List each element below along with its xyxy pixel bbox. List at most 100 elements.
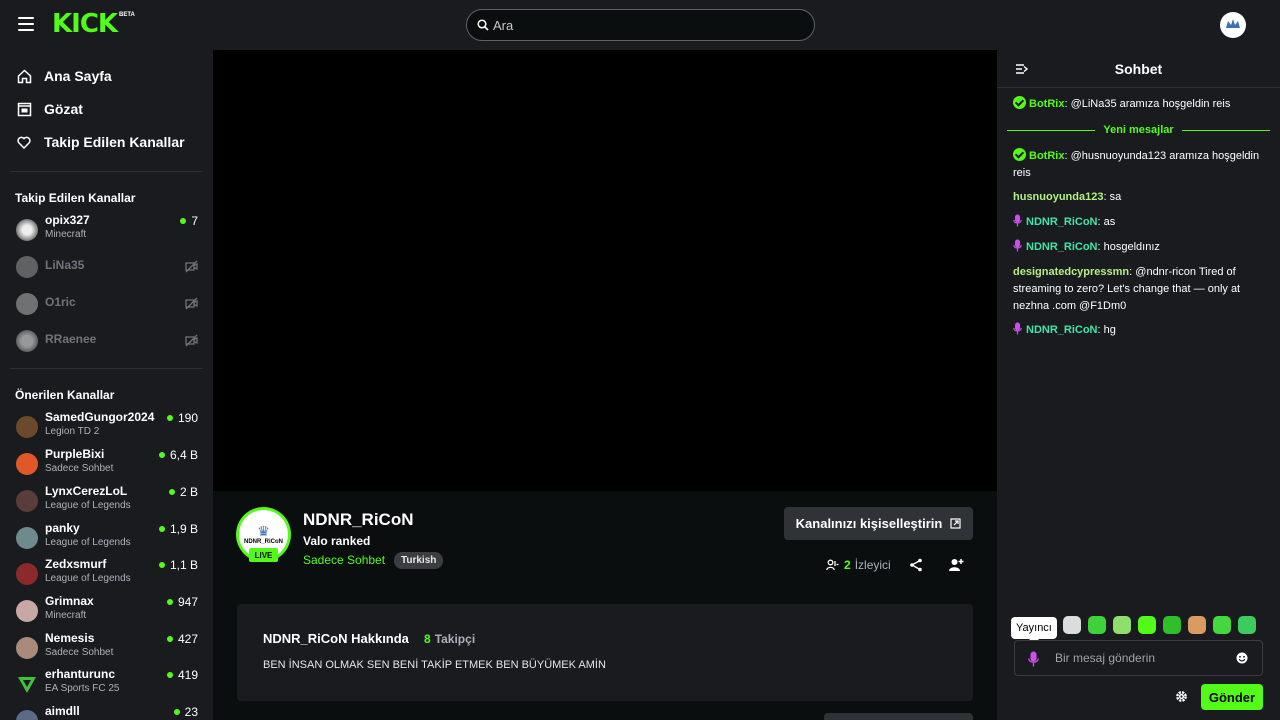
send-button[interactable]: Gönder (1201, 684, 1263, 710)
chat-username[interactable]: NDNR_RiCoN (1026, 216, 1098, 228)
followed-channel[interactable]: opix327 Minecraft 7 (0, 212, 213, 248)
offline-icon (185, 260, 198, 273)
recommended-channel[interactable]: aimdll 23 (0, 703, 213, 720)
chat-username[interactable]: husnuoyunda123 (1013, 191, 1103, 203)
chat-username[interactable]: BotRix (1029, 98, 1064, 110)
broadcaster-mic-icon (1028, 651, 1039, 667)
recommended-channel[interactable]: SamedGungor2024 Legion TD 2 190 (0, 409, 213, 445)
channel-name: Grimnax (45, 594, 94, 608)
live-dot-icon (158, 562, 165, 568)
channel-name: LiNa35 (45, 258, 85, 272)
viewer-count: 1,1 B (169, 558, 198, 572)
channel-avatar-text: NDNR_RiCoN (244, 538, 283, 545)
live-dot-icon (168, 489, 175, 495)
followed-channel[interactable]: LiNa35 (0, 249, 213, 285)
follower-number: 8 (424, 632, 431, 646)
nav-following-label: Takip Edilen Kanallar (44, 134, 185, 150)
emote-icon[interactable] (1113, 616, 1131, 634)
channel-viewers: 1,9 B (158, 522, 198, 536)
emoji-icon[interactable] (1236, 652, 1248, 664)
channel-category: Sadece Sohbet (45, 647, 114, 658)
recommended-channel[interactable]: Nemesis Sadece Sohbet 427 (0, 630, 213, 666)
beta-label: BETA (119, 12, 135, 18)
share-icon[interactable] (908, 557, 924, 573)
chat-username[interactable]: designatedcypressmn (1013, 266, 1129, 278)
emote-icon[interactable] (1238, 616, 1256, 634)
channel-avatar (16, 637, 38, 659)
live-badge: LIVE (249, 548, 278, 562)
customize-channel-button[interactable]: Kanalınızı kişiselleştirin (784, 507, 973, 540)
viewer-count: 6,4 B (169, 448, 198, 462)
add-user-icon[interactable] (948, 557, 964, 573)
emote-icon[interactable] (1163, 616, 1181, 634)
emote-quick-bar (1063, 616, 1263, 634)
channel-name: PurpleBixi (45, 447, 105, 461)
live-dot-icon (180, 218, 187, 224)
channel-viewers: 6,4 B (158, 448, 198, 462)
emote-icon[interactable] (1188, 616, 1206, 634)
channel-viewers: 419 (166, 668, 198, 682)
followed-section-title: Takip Edilen Kanallar (15, 191, 136, 205)
followed-channel[interactable]: O1ric (0, 286, 213, 322)
channel-category: League of Legends (45, 573, 131, 584)
chat-username[interactable]: BotRix (1029, 150, 1064, 162)
channel-viewers: 2 B (168, 485, 198, 499)
broadcaster-tooltip: Yayıncı (1011, 617, 1057, 644)
chat-text: as (1103, 216, 1116, 228)
channel-name: LynxCerezLoL (45, 484, 128, 498)
recommended-channel[interactable]: panky League of Legends 1,9 B (0, 520, 213, 556)
about-panel: NDNR_RiCoN Hakkında 8 Takipçi BEN İNSAN O… (237, 604, 973, 701)
emote-icon[interactable] (1138, 616, 1156, 634)
channel-avatar (16, 293, 38, 315)
channel-name: opix327 (45, 213, 90, 227)
offline-icon (185, 334, 198, 347)
chat-username[interactable]: NDNR_RiCoN (1026, 241, 1098, 253)
language-tag[interactable]: Turkish (394, 552, 444, 569)
new-messages-label: Yeni mesajlar (1103, 124, 1174, 136)
external-link-icon (950, 518, 961, 529)
chat-message: husnuoyunda123: sa (1013, 191, 1122, 203)
menu-icon[interactable] (18, 17, 34, 31)
viewer-count: 7 (191, 214, 198, 228)
chat-username[interactable]: NDNR_RiCoN (1026, 324, 1098, 336)
nav-browse[interactable]: Gözat (0, 94, 213, 124)
channel-avatar (16, 453, 38, 475)
chat-message: NDNR_RiCoN: hg (1013, 322, 1269, 339)
chat-text: hosgeldınız (1103, 241, 1160, 253)
kick-logo[interactable]: KICK (52, 9, 118, 39)
chat-input-box (1014, 640, 1263, 676)
video-player[interactable] (213, 50, 997, 491)
recommended-channel[interactable]: Grimnax Minecraft 947 (0, 593, 213, 629)
followed-channel[interactable]: RRaenee (0, 323, 213, 359)
recommended-channel[interactable]: Zedxsmurf League of Legends 1,1 B (0, 556, 213, 592)
stream-category-link[interactable]: Sadece Sohbet (303, 553, 385, 567)
nav-home[interactable]: Ana Sayfa (0, 61, 213, 91)
live-dot-icon (158, 452, 165, 458)
recommended-section-title: Önerilen Kanallar (15, 388, 115, 402)
emote-icon[interactable] (1088, 616, 1106, 634)
nav-home-label: Ana Sayfa (44, 68, 112, 84)
recommended-channel[interactable]: LynxCerezLoL League of Legends 2 B (0, 483, 213, 519)
bottom-panel-edge (824, 713, 973, 720)
emote-icon[interactable] (1063, 616, 1081, 634)
chat-message-input[interactable] (1055, 641, 1235, 675)
search-icon (477, 19, 489, 31)
channel-name: SamedGungor2024 (45, 410, 155, 424)
channel-name: RRaenee (45, 332, 97, 346)
recommended-channel[interactable]: PurpleBixi Sadece Sohbet 6,4 B (0, 446, 213, 482)
channel-category: League of Legends (45, 537, 131, 548)
user-avatar[interactable] (1220, 12, 1246, 38)
chat-message: BotRix: @husnuoyunda123 aramıza hoşgeldi… (1013, 148, 1260, 179)
broadcaster-mic-icon (1013, 214, 1022, 227)
customize-channel-label: Kanalınızı kişiselleştirin (795, 516, 943, 531)
emote-icon[interactable] (1213, 616, 1231, 634)
viewer-count: 1,9 B (169, 522, 198, 536)
channel-name[interactable]: NDNR_RiCoN (303, 510, 414, 530)
gear-icon[interactable] (1175, 690, 1188, 703)
viewer-label: İzleyici (854, 558, 891, 572)
top-bar: KICK BETA (0, 0, 1280, 50)
channel-avatar (16, 416, 38, 438)
search-input[interactable] (493, 10, 803, 40)
recommended-channel[interactable]: erhanturunc EA Sports FC 25 419 (0, 666, 213, 702)
nav-following[interactable]: Takip Edilen Kanallar (0, 127, 213, 157)
